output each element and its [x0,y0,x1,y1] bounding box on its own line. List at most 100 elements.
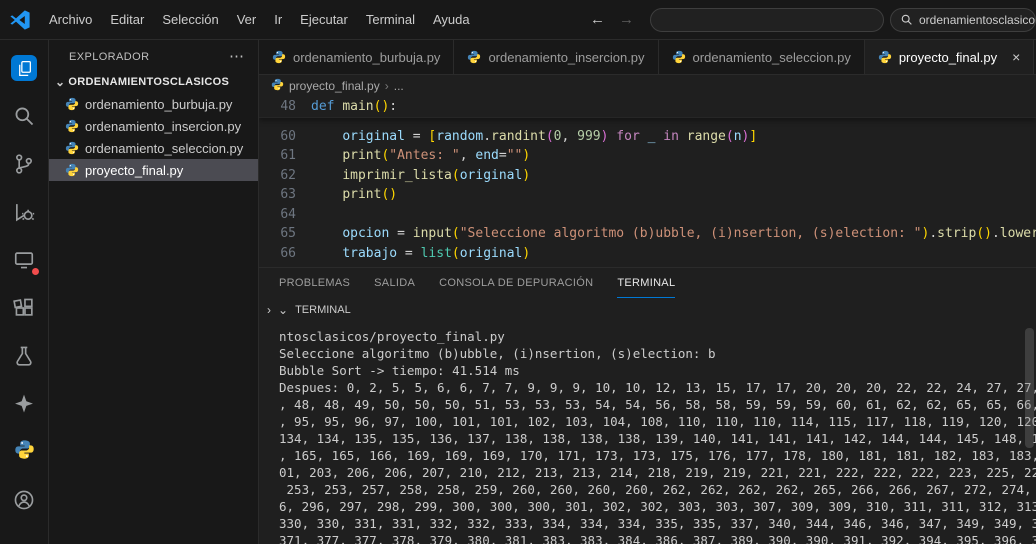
titlebar: Archivo Editar Selección Ver Ir Ejecutar Termi… [0,0,1036,40]
search-icon [15,107,34,126]
titlebar-search[interactable]: ordenamientosclasicos [890,7,1036,32]
terminal-line: 01, 203, 206, 206, 207, 210, 212, 213, 2… [279,465,1036,480]
chevron-right-icon: › [384,79,389,93]
code-lines: 60 original = [random.randint(0, 999) fo… [259,127,1036,264]
file-name: proyecto_final.py [85,162,184,178]
command-center[interactable] [650,7,884,32]
flask-icon [16,346,32,366]
explorer-sidebar: EXPLORADOR ⋯ ⌄ ORDENAMIENTOSCLASICOS ord… [49,40,259,544]
python-icon [65,119,79,133]
sidebar-item-proyecto-final-py[interactable]: proyecto_final.py [49,159,258,181]
line-number: 62 [280,167,296,183]
terminal-scrollbar[interactable] [1025,328,1034,448]
sidebar-item-ordenamiento-burbuja-py[interactable]: ordenamiento_burbuja.py [49,93,258,115]
menu-editar[interactable]: Editar [101,9,153,30]
activity-explorer[interactable] [0,44,48,92]
chevron-down-icon[interactable]: ⌄ [278,303,288,317]
activity-source-control[interactable] [0,140,48,188]
sidebar-item-ordenamiento-insercion-py[interactable]: ordenamiento_insercion.py [49,115,258,137]
files-icon [18,60,31,76]
activity-search[interactable] [0,92,48,140]
python-icon [272,50,286,64]
panel-tab-salida[interactable]: SALIDA [374,268,415,298]
panel-tab-problemas[interactable]: PROBLEMAS [279,268,350,298]
activity-python[interactable] [0,428,48,476]
menu-ayuda[interactable]: Ayuda [424,9,479,30]
code-line: 66 trabajo = list(original) [259,244,1036,264]
line-number: 63 [280,187,296,202]
menu-archivo[interactable]: Archivo [40,9,101,30]
terminal-output[interactable]: ntosclasicos/proyecto_final.py Seleccione… [259,322,1036,544]
tab-ordenamiento-insercion-py[interactable]: ordenamiento_insercion.py [454,40,659,74]
terminal-line: Seleccione algoritmo (b)ubble, (i)nserti… [279,346,716,361]
python-icon [14,440,34,459]
sidebar-header: EXPLORADOR ⋯ [49,40,258,71]
code-text: trabajo = list(original) [342,245,531,261]
terminal-line: 134, 134, 135, 135, 136, 137, 138, 138, … [279,431,1036,446]
tab-label: ordenamiento_seleccion.py [692,49,851,65]
close-icon[interactable]: × [1012,49,1020,65]
menu-ejecutar[interactable]: Ejecutar [291,9,357,30]
breadcrumb-file[interactable]: proyecto_final.py [289,79,380,93]
menu-terminal[interactable]: Terminal [357,9,424,30]
terminal-line: 330, 330, 331, 331, 332, 332, 333, 334, … [279,516,1036,531]
file-list: ordenamiento_burbuja.py ordenamiento_inse… [49,93,258,181]
activity-remote[interactable] [0,236,48,284]
terminal-line: 371, 377, 377, 378, 379, 380, 381, 383, … [279,533,1036,544]
menu-bar: Archivo Editar Selección Ver Ir Ejecutar Termi… [40,9,479,30]
python-icon [65,97,79,111]
code-line: 63 print() [259,185,1036,205]
python-icon [878,50,891,64]
more-actions-icon[interactable]: ⋯ [229,49,244,64]
tab-ordenamiento-burbuja-py[interactable]: ordenamiento_burbuja.py [259,40,455,74]
code-line: 65 opcion = input("Seleccione algoritmo … [259,224,1036,244]
code-line: 48 def main(): [259,97,1036,117]
panel-tab-bar: PROBLEMAS SALIDA CONSOLA DE DEPURACIÓN TERM… [259,268,1036,298]
panel-tab-consola-de-depuraci-n[interactable]: CONSOLA DE DEPURACIÓN [439,268,593,298]
activity-account[interactable] [0,476,48,524]
terminal-line: , 95, 95, 96, 97, 100, 101, 101, 102, 10… [279,414,1036,429]
code-editor[interactable]: 48 def main(): 60 original = [random.rand… [259,97,1036,267]
python-icon [672,50,685,64]
error-badge [31,267,40,276]
tab-proyecto-final-py[interactable]: proyecto_final.py × [864,40,1035,74]
forward-icon[interactable]: → [619,11,634,28]
code-text: def main(): [311,99,398,114]
extensions-icon [13,298,33,316]
code-text: print("Antes: ", end="") [342,148,531,163]
breadcrumb-more[interactable]: ... [394,79,404,93]
folder-name: ORDENAMIENTOSCLASICOS [68,76,230,88]
line-number: 64 [280,206,296,222]
history-nav: ← → [590,11,634,28]
activity-run-debug[interactable] [0,188,48,236]
code-text: print() [342,187,398,202]
activity-extensions[interactable] [0,284,48,332]
code-line: 62 imprimir_lista(original) [259,166,1036,186]
panel-tab-terminal[interactable]: TERMINAL [617,268,676,298]
search-icon [901,14,912,25]
tab-ordenamiento-seleccion-py[interactable]: ordenamiento_seleccion.py [658,40,865,74]
line-number: 61 [280,148,296,163]
menu-ir[interactable]: Ir [265,9,291,30]
activity-testing[interactable] [0,332,48,380]
menu-selecci-n[interactable]: Selección [153,9,227,30]
file-name: ordenamiento_seleccion.py [85,140,244,156]
activity-bar [0,40,49,544]
activity-copilot[interactable] [0,380,48,428]
terminal-group-label: TERMINAL [295,304,351,316]
chevron-down-icon: ⌄ [55,75,66,89]
terminal-line: Despues: 0, 2, 5, 5, 6, 6, 7, 7, 9, 9, 9… [279,380,1036,395]
back-icon[interactable]: ← [590,11,605,28]
sparkle-icon [15,394,33,413]
code-line: 60 original = [random.randint(0, 999) fo… [259,127,1036,147]
file-name: ordenamiento_burbuja.py [85,96,233,112]
chevron-right-icon[interactable]: › [267,303,271,317]
tab-label: ordenamiento_burbuja.py [293,49,441,65]
menu-ver[interactable]: Ver [228,9,266,30]
tab-label: ordenamiento_insercion.py [488,49,645,65]
folder-root[interactable]: ⌄ ORDENAMIENTOSCLASICOS [49,71,258,93]
python-icon [468,50,481,64]
sticky-scroll-line: 48 def main(): [259,97,1036,118]
terminal-line: Bubble Sort -> tiempo: 41.514 ms [279,363,520,378]
sidebar-item-ordenamiento-seleccion-py[interactable]: ordenamiento_seleccion.py [49,137,258,159]
